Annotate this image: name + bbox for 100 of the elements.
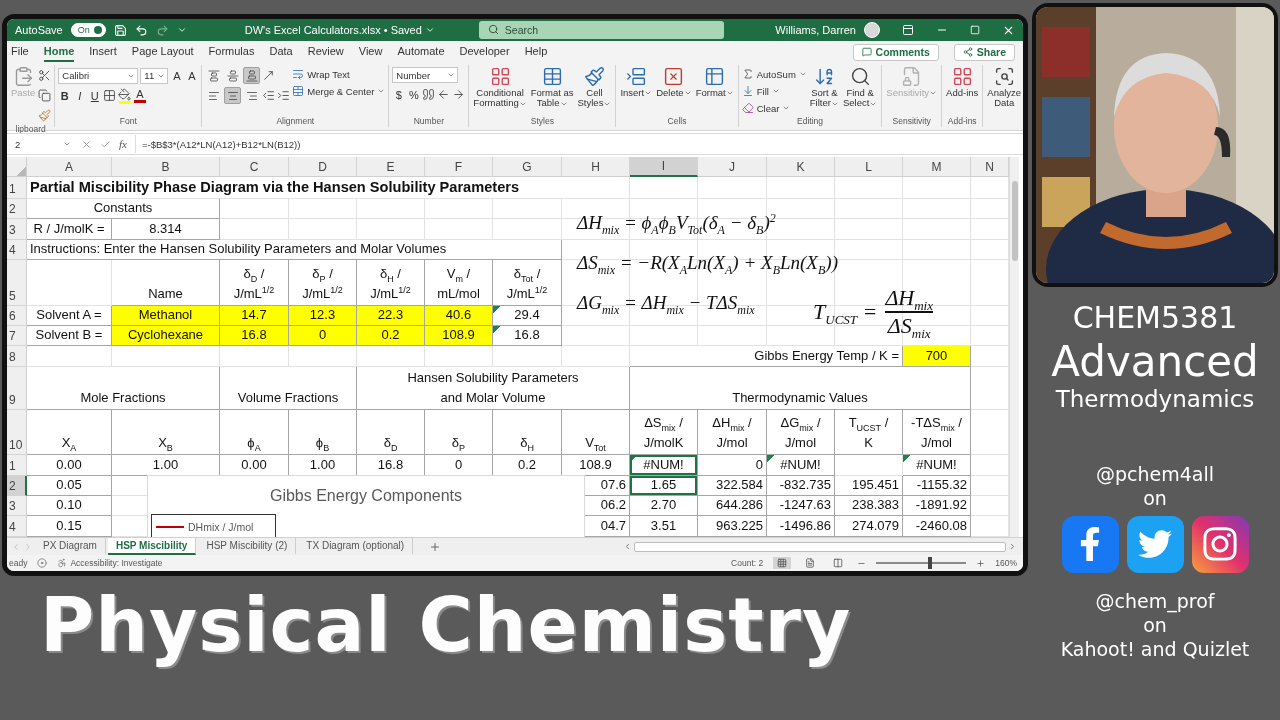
row-header[interactable]: 5 (7, 260, 27, 306)
accessibility-icon (57, 558, 68, 568)
menu-tab[interactable]: Review (307, 42, 344, 62)
ribbon-button[interactable]: Clear (741, 101, 791, 115)
row-header[interactable]: 7 (7, 326, 27, 346)
undo-icon[interactable] (134, 23, 148, 37)
row-header[interactable]: 6 (7, 306, 27, 326)
cancel-icon[interactable] (81, 138, 92, 150)
search-field[interactable]: Search (478, 21, 724, 39)
autosave-toggle[interactable]: On (70, 23, 106, 37)
glyph-button[interactable]: A (170, 67, 184, 84)
zoom-thumb[interactable] (928, 557, 933, 569)
glyph-button[interactable]: A (185, 67, 199, 84)
column-header[interactable]: B (112, 157, 220, 177)
paintbrush-icon (38, 109, 52, 122)
vertical-scrollbar[interactable] (1009, 157, 1019, 537)
ribbon-button[interactable]: Add-ins (945, 65, 980, 100)
font-color-button[interactable]: A (133, 87, 147, 104)
row-header[interactable]: 3 (7, 496, 27, 516)
menu-tab[interactable]: Formulas (208, 42, 255, 62)
ribbon-button[interactable]: Delete (655, 65, 693, 100)
column-header[interactable]: L (835, 157, 903, 177)
column-header[interactable]: H (562, 157, 630, 177)
avatar-icon[interactable] (864, 22, 880, 38)
column-heading: δ$_{P}$ / J/mL$^{1/2}$ (289, 260, 357, 306)
row-header[interactable]: 1 (7, 177, 27, 199)
row-header[interactable]: 2 (7, 476, 27, 496)
ribbon-button[interactable]: Format as Table (529, 65, 575, 110)
ribbon-button[interactable]: Merge & Center (292, 84, 386, 98)
table-cell: 963.225 (698, 516, 767, 537)
on-label: on (1143, 488, 1167, 510)
save-icon[interactable] (113, 23, 127, 37)
menu-tab[interactable]: Help (524, 42, 548, 62)
column-header[interactable]: K (767, 157, 835, 177)
menu-tab[interactable]: Page Layout (131, 42, 194, 62)
column-header[interactable]: D (289, 157, 357, 177)
column-header[interactable]: E (357, 157, 425, 177)
ribbon-button[interactable]: Analyze Data (986, 65, 1023, 110)
ribbon-button[interactable]: AutoSum (741, 67, 807, 81)
document-title[interactable]: DW's Excel Calculators.xlsx • Saved (244, 24, 435, 36)
row-header[interactable]: 1 (7, 455, 27, 476)
zoom-in-icon[interactable] (976, 558, 986, 568)
share-button[interactable]: Share (953, 43, 1015, 61)
menu-tab[interactable]: File (11, 42, 29, 62)
name-box[interactable]: 2 (13, 136, 73, 152)
add-sheet-icon[interactable] (429, 540, 442, 553)
ribbon-button[interactable]: Conditional Formatting (472, 65, 528, 110)
restore-icon[interactable] (970, 25, 980, 35)
toggle-button[interactable] (243, 67, 261, 84)
dropdown-field[interactable]: Calibri (58, 67, 139, 84)
column-header[interactable]: N (971, 157, 1009, 177)
scroll-right-icon[interactable] (1008, 542, 1017, 551)
column-header[interactable]: G (493, 157, 562, 177)
dropdown-field[interactable]: 11 (140, 67, 169, 84)
column-header[interactable]: C (220, 157, 289, 177)
column-header[interactable]: J (698, 157, 767, 177)
sheet-tab[interactable]: HSP Miscibility (107, 538, 197, 555)
menu-tab[interactable]: Developer (459, 42, 510, 62)
ribbon-button[interactable]: Fill (741, 84, 780, 98)
column-header[interactable]: F (425, 157, 493, 177)
glyph-button[interactable]: % (407, 86, 421, 103)
table-icon (541, 66, 563, 87)
menu-tab[interactable]: Insert (89, 42, 117, 62)
function-button[interactable]: fx (119, 138, 127, 150)
menu-tab[interactable]: Data (269, 42, 293, 62)
menu-tab[interactable]: Automate (397, 42, 445, 62)
ribbon-button[interactable]: Insert (619, 65, 654, 100)
bold-button[interactable]: B (58, 87, 72, 104)
row-header[interactable]: 10 (7, 410, 27, 455)
row-header[interactable]: 3 (7, 219, 27, 240)
ribbon-display-icon[interactable] (902, 24, 914, 36)
row-header[interactable]: 8 (7, 346, 27, 367)
ribbon-button[interactable]: Sort & Filter (808, 65, 840, 110)
row-header[interactable]: 9 (7, 367, 27, 410)
eraser-icon (741, 102, 754, 114)
ribbon-button[interactable]: Find & Select (841, 65, 879, 110)
row-header[interactable]: 4 (7, 516, 27, 537)
ribbon-button[interactable]: Format (694, 65, 735, 100)
accessibility-status[interactable]: Accessibility: Investigate (57, 558, 163, 568)
row-header[interactable]: 4 (7, 240, 27, 260)
underline-button[interactable]: U (88, 87, 102, 104)
toggle-button[interactable] (224, 87, 242, 104)
horizontal-scrollbar[interactable] (634, 541, 1006, 552)
comments-button[interactable]: Comments (852, 43, 939, 61)
column-header[interactable]: M (903, 157, 971, 177)
glyph-button[interactable]: $ (392, 86, 406, 103)
italic-button[interactable]: I (73, 87, 87, 104)
ribbon-button[interactable]: Wrap Text (292, 67, 350, 81)
row-header[interactable]: 2 (7, 199, 27, 219)
dropdown-field[interactable]: Number (392, 67, 459, 83)
ribbon-button[interactable]: Cell Styles (576, 65, 613, 110)
redo-icon[interactable] (155, 23, 169, 37)
view-button[interactable] (773, 557, 792, 569)
macro-icon[interactable] (37, 558, 48, 568)
menu-tab[interactable]: View (358, 42, 383, 62)
formula-field[interactable]: =-$B$3*(A12*LN(A12)+B12*LN(B12)) (134, 135, 1017, 153)
column-header[interactable]: A (27, 157, 112, 177)
search-icon (849, 66, 871, 87)
enter-icon[interactable] (100, 138, 111, 150)
column-header[interactable]: I (630, 157, 698, 177)
